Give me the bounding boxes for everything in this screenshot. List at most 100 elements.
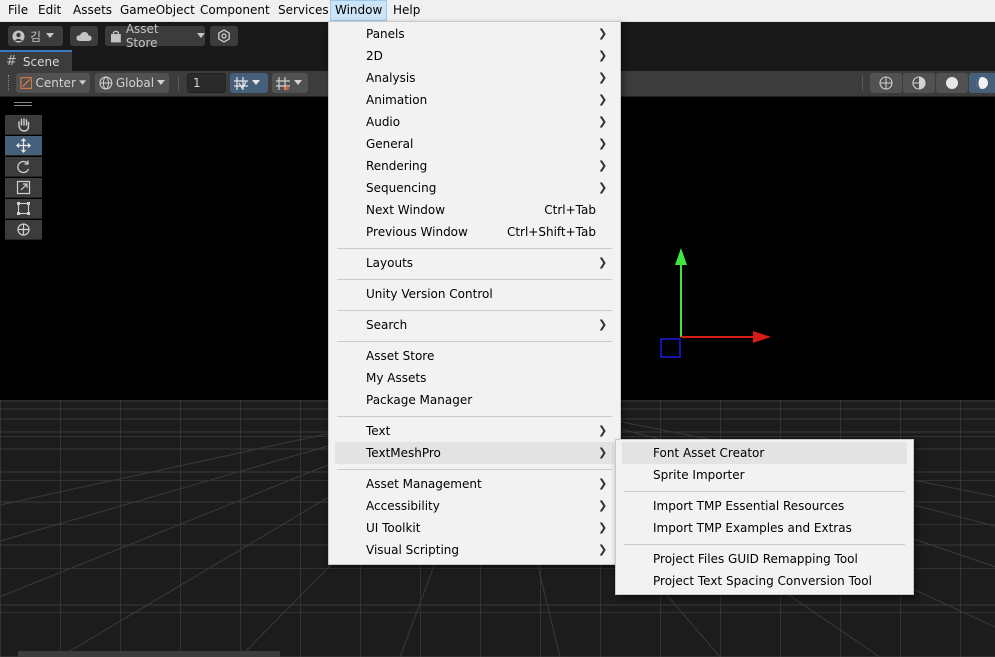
menu-item-label: Visual Scripting xyxy=(366,543,459,557)
caret-down-icon xyxy=(252,80,260,85)
rotate-tool-button[interactable] xyxy=(5,157,42,177)
menu-item-label: Unity Version Control xyxy=(366,287,493,301)
grid-visibility-dropdown[interactable] xyxy=(272,73,308,93)
menu-edit[interactable]: Edit xyxy=(38,0,61,21)
unlit-mode-button[interactable] xyxy=(969,73,995,93)
menu-item-label: UI Toolkit xyxy=(366,521,421,535)
menu-item-asset-store[interactable]: Asset Store xyxy=(329,345,620,367)
gizmo-x-arrow[interactable] xyxy=(753,331,771,343)
menu-item-ui-toolkit[interactable]: UI Toolkit ❯ xyxy=(329,517,620,539)
menu-item-label: Search xyxy=(366,318,408,332)
menu-item-label: My Assets xyxy=(366,371,427,385)
space-dropdown[interactable]: Global xyxy=(95,73,169,93)
wireframe-sphere-icon xyxy=(879,76,893,90)
chevron-right-icon: ❯ xyxy=(598,181,608,194)
menu-item-asset-management[interactable]: Asset Management ❯ xyxy=(329,473,620,495)
shaded-mode-button[interactable] xyxy=(936,73,968,93)
menu-item-label: General xyxy=(366,137,414,151)
tab-scene[interactable]: # Scene xyxy=(0,50,72,71)
menu-item-sprite-importer[interactable]: Sprite Importer xyxy=(616,464,913,486)
menu-services[interactable]: Services xyxy=(278,0,329,21)
settings-button[interactable] xyxy=(210,26,238,46)
menu-item-previous-window[interactable]: Previous Window Ctrl+Shift+Tab xyxy=(329,221,620,243)
rect-tool-button[interactable] xyxy=(5,199,42,219)
menu-item-textmeshpro[interactable]: TextMeshPro ❯ xyxy=(335,442,614,464)
menu-item-search[interactable]: Search ❯ xyxy=(329,314,620,336)
grid-snap-icon xyxy=(234,76,248,90)
menu-item-label: Asset Store xyxy=(366,349,435,363)
menu-item-sequencing[interactable]: Sequencing ❯ xyxy=(329,177,620,199)
menu-item-next-window[interactable]: Next Window Ctrl+Tab xyxy=(329,199,620,221)
menu-item-animation[interactable]: Animation ❯ xyxy=(329,89,620,111)
menu-item-analysis[interactable]: Analysis ❯ xyxy=(329,67,620,89)
menu-item-label: Font Asset Creator xyxy=(653,446,765,460)
menu-component[interactable]: Component xyxy=(200,0,270,21)
wireframe-mode-button[interactable] xyxy=(870,73,902,93)
menu-item-layouts[interactable]: Layouts ❯ xyxy=(329,252,620,274)
divider xyxy=(178,76,179,91)
menu-help[interactable]: Help xyxy=(393,0,420,21)
menu-assets[interactable]: Assets xyxy=(73,0,112,21)
menu-item-label: Sequencing xyxy=(366,181,437,195)
tools-drag-handle[interactable] xyxy=(14,102,32,104)
gizmo-z-handle[interactable] xyxy=(660,338,681,358)
menu-item-label: Previous Window xyxy=(366,225,468,239)
move-gizmo[interactable] xyxy=(655,245,780,360)
drag-handle[interactable] xyxy=(8,75,11,91)
shaded-wireframe-mode-button[interactable] xyxy=(903,73,935,93)
menu-gameobject[interactable]: GameObject xyxy=(120,0,195,21)
menu-window[interactable]: Window xyxy=(330,0,388,21)
hand-tool-button[interactable] xyxy=(5,115,42,135)
menu-item-my-assets[interactable]: My Assets xyxy=(329,367,620,389)
pivot-dropdown[interactable]: Center xyxy=(16,73,90,93)
menu-separator xyxy=(337,248,612,249)
menu-separator xyxy=(337,341,612,342)
caret-down-icon xyxy=(157,80,165,85)
menu-item-accessibility[interactable]: Accessibility ❯ xyxy=(329,495,620,517)
menu-separator xyxy=(624,491,905,492)
snap-increment-field[interactable]: 1 xyxy=(187,73,226,93)
menu-item-2d[interactable]: 2D ❯ xyxy=(329,45,620,67)
menu-separator xyxy=(337,416,612,417)
gizmo-y-arrow[interactable] xyxy=(675,248,687,265)
menu-item-text[interactable]: Text ❯ xyxy=(329,420,620,442)
menu-item-label: Import TMP Examples and Extras xyxy=(653,521,852,535)
shopping-bag-icon xyxy=(110,30,121,42)
menu-item-rendering[interactable]: Rendering ❯ xyxy=(329,155,620,177)
menu-item-audio[interactable]: Audio ❯ xyxy=(329,111,620,133)
tools-drag-handle[interactable] xyxy=(14,105,32,107)
menu-item-font-asset-creator[interactable]: Font Asset Creator xyxy=(622,442,907,464)
move-tool-button[interactable] xyxy=(5,136,42,156)
shaded-sphere-icon xyxy=(946,77,958,89)
cloud-button[interactable] xyxy=(70,26,98,46)
menu-item-visual-scripting[interactable]: Visual Scripting ❯ xyxy=(329,539,620,561)
transform-tool-button[interactable] xyxy=(5,220,42,240)
account-dropdown[interactable]: 김 xyxy=(8,26,63,46)
gear-icon xyxy=(218,29,230,43)
chevron-right-icon: ❯ xyxy=(598,137,608,150)
menu-item-import-tmp-essential-resources[interactable]: Import TMP Essential Resources xyxy=(616,495,913,517)
menu-item-project-text-spacing-conversion-tool[interactable]: Project Text Spacing Conversion Tool xyxy=(616,570,913,592)
menu-separator xyxy=(337,310,612,311)
grid-snap-toggle[interactable] xyxy=(230,73,268,93)
chevron-right-icon: ❯ xyxy=(598,477,608,490)
menu-item-general[interactable]: General ❯ xyxy=(329,133,620,155)
hand-icon xyxy=(18,118,30,132)
rotate-icon xyxy=(17,160,30,174)
menu-file[interactable]: File xyxy=(8,0,28,21)
menu-item-package-manager[interactable]: Package Manager xyxy=(329,389,620,411)
grid-icon xyxy=(276,76,290,90)
menu-separator xyxy=(337,279,612,280)
move-icon xyxy=(16,138,31,153)
menu-item-unity-version-control[interactable]: Unity Version Control xyxy=(329,283,620,305)
asset-store-dropdown[interactable]: Asset Store xyxy=(105,22,205,50)
menu-item-panels[interactable]: Panels ❯ xyxy=(329,23,620,45)
menu-item-shortcut: Ctrl+Tab xyxy=(544,203,596,217)
menu-item-import-tmp-examples-and-extras[interactable]: Import TMP Examples and Extras xyxy=(616,517,913,539)
chevron-right-icon: ❯ xyxy=(598,27,608,40)
chevron-right-icon: ❯ xyxy=(598,71,608,84)
scale-tool-button[interactable] xyxy=(5,178,42,198)
chevron-right-icon: ❯ xyxy=(598,159,608,172)
transform-icon xyxy=(17,223,30,236)
menu-item-project-files-guid-remapping-tool[interactable]: Project Files GUID Remapping Tool xyxy=(616,548,913,570)
